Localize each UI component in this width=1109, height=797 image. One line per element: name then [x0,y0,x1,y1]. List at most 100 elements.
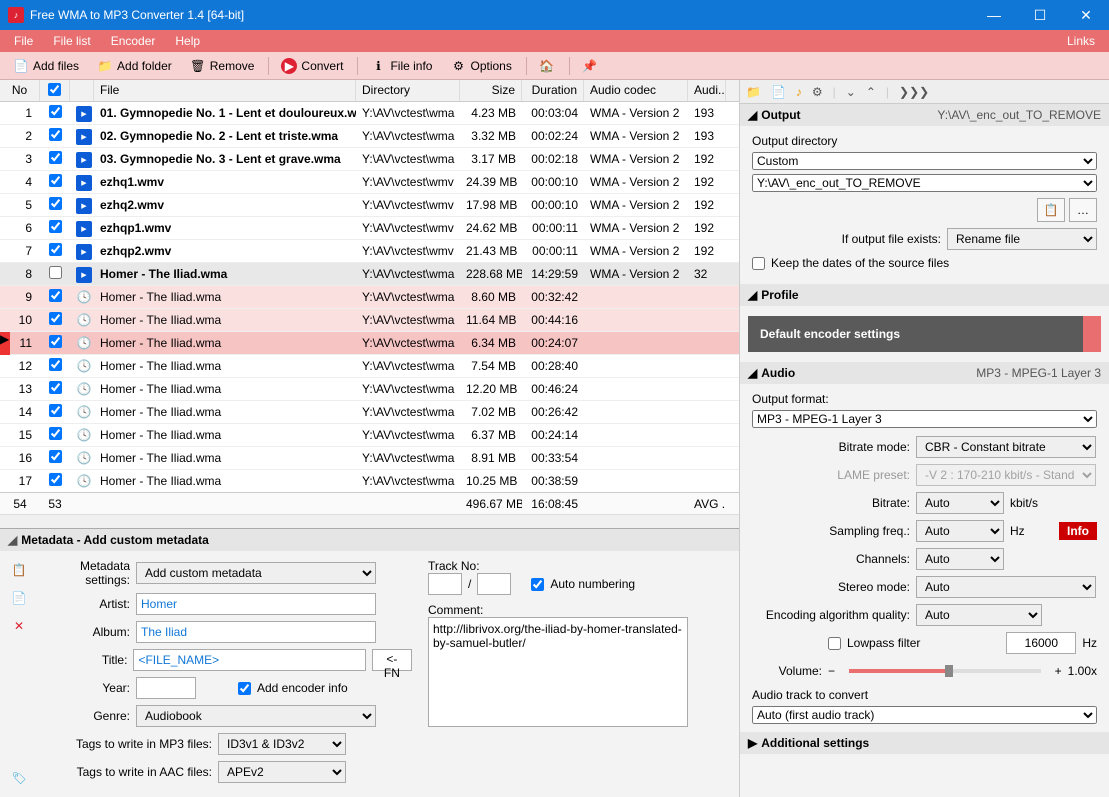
table-row[interactable]: 17🕓Homer - The Iliad.wmaY:\AV\vctest\wma… [0,470,739,492]
auto-numbering-checkbox[interactable] [531,578,544,591]
menu-file-list[interactable]: File list [43,31,100,51]
bitrate-select[interactable]: Auto [916,492,1004,514]
check-all[interactable] [48,83,61,96]
keep-dates-checkbox[interactable] [752,257,765,270]
more-output-button[interactable]: … [1069,198,1097,222]
fn-button[interactable]: <-FN [372,649,412,671]
add-encoder-info-checkbox[interactable] [238,682,251,695]
table-row[interactable]: 9🕓Homer - The Iliad.wmaY:\AV\vctest\wma8… [0,286,739,309]
row-checkbox[interactable] [49,105,62,118]
volume-plus-button[interactable]: + [1055,664,1062,678]
col-codec[interactable]: Audio codec [584,80,688,101]
title-input[interactable] [133,649,365,671]
gear-icon[interactable]: ⚙ [812,85,823,99]
table-row[interactable]: 6▶ezhqp1.wmvY:\AV\vctest\wmv24.62 MB00:0… [0,217,739,240]
output-format-select[interactable]: MP3 - MPEG-1 Layer 3 [752,410,1097,428]
table-row[interactable]: 4▶ezhq1.wmvY:\AV\vctest\wmv24.39 MB00:00… [0,171,739,194]
add-files-button[interactable]: 📄Add files [5,55,87,77]
copy-button[interactable]: 📋 [8,559,30,581]
col-check[interactable] [40,80,70,101]
if-exists-select[interactable]: Rename file [947,228,1097,250]
close-button[interactable]: ✕ [1063,0,1109,30]
audio-header[interactable]: ◢AudioMP3 - MPEG-1 Layer 3 [740,362,1109,384]
row-checkbox[interactable] [49,358,62,371]
menu-encoder[interactable]: Encoder [101,31,166,51]
track-no-input[interactable] [428,573,462,595]
browse-output-button[interactable]: 📋 [1037,198,1065,222]
year-input[interactable] [136,677,196,699]
table-row[interactable]: 10🕓Homer - The Iliad.wmaY:\AV\vctest\wma… [0,309,739,332]
metadata-settings-select[interactable]: Add custom metadata [136,562,376,584]
paste-button[interactable]: 📄 [8,587,30,609]
document-icon[interactable]: 📄 [771,85,786,99]
bitrate-mode-select[interactable]: CBR - Constant bitrate [916,436,1096,458]
album-input[interactable] [136,621,376,643]
folder-icon[interactable]: 📁 [746,85,761,99]
add-folder-button[interactable]: 📁Add folder [89,55,180,77]
table-row[interactable]: 16🕓Homer - The Iliad.wmaY:\AV\vctest\wma… [0,447,739,470]
output-directory-mode-select[interactable]: Custom [752,152,1097,170]
genre-select[interactable]: Audiobook [136,705,376,727]
output-directory-path-select[interactable]: Y:\AV\_enc_out_TO_REMOVE [752,174,1097,192]
stereo-mode-select[interactable]: Auto [916,576,1096,598]
row-checkbox[interactable] [49,427,62,440]
encoding-quality-select[interactable]: Auto [916,604,1042,626]
row-checkbox[interactable] [49,220,62,233]
chevron-up-icon[interactable]: ⌃ [866,85,876,99]
clear-button[interactable]: ✕ [8,615,30,637]
volume-minus-button[interactable]: − [828,664,835,678]
row-checkbox[interactable] [49,289,62,302]
menu-links[interactable]: Links [1057,31,1105,51]
row-checkbox[interactable] [49,174,62,187]
pin-button[interactable]: 📌 [574,55,606,77]
audio-track-select[interactable]: Auto (first audio track) [752,706,1097,724]
options-button[interactable]: ⚙Options [442,55,519,77]
info-badge[interactable]: Info [1059,522,1097,540]
mp3-tags-select[interactable]: ID3v1 & ID3v2 [218,733,346,755]
minimize-button[interactable]: — [971,0,1017,30]
col-size[interactable]: Size [460,80,522,101]
row-checkbox[interactable] [49,312,62,325]
table-row[interactable]: ▶11🕓Homer - The Iliad.wmaY:\AV\vctest\wm… [0,332,739,355]
music-icon[interactable]: ♪ [796,85,802,99]
col-directory[interactable]: Directory [356,80,460,101]
convert-button[interactable]: ▶Convert [273,55,351,77]
volume-slider[interactable] [849,669,1041,673]
channels-select[interactable]: Auto [916,548,1004,570]
table-row[interactable]: 3▶03. Gymnopedie No. 3 - Lent et grave.w… [0,148,739,171]
home-button[interactable]: 🏠 [531,55,563,77]
col-file[interactable]: File [94,80,356,101]
menu-file[interactable]: File [4,31,43,51]
row-checkbox[interactable] [49,335,62,348]
row-checkbox[interactable] [49,404,62,417]
chevron-down-icon[interactable]: ⌄ [846,85,856,99]
row-checkbox[interactable] [49,266,62,279]
more-icon[interactable]: ❯❯❯ [899,85,929,99]
track-total-input[interactable] [477,573,511,595]
profile-dropdown-icon[interactable] [1083,316,1101,352]
col-no[interactable]: No [0,80,40,101]
file-info-button[interactable]: ℹFile info [362,55,440,77]
row-checkbox[interactable] [49,197,62,210]
table-row[interactable]: 1▶01. Gymnopedie No. 1 - Lent et doulour… [0,102,739,125]
table-row[interactable]: 8▶Homer - The Iliad.wmaY:\AV\vctest\wma2… [0,263,739,286]
profile-selector[interactable]: Default encoder settings [748,316,1101,352]
additional-settings-header[interactable]: ▶Additional settings [740,732,1109,754]
table-row[interactable]: 12🕓Homer - The Iliad.wmaY:\AV\vctest\wma… [0,355,739,378]
output-header[interactable]: ◢OutputY:\AV\_enc_out_TO_REMOVE [740,104,1109,126]
row-checkbox[interactable] [49,381,62,394]
metadata-panel-header[interactable]: ◢Metadata - Add custom metadata [0,529,739,551]
col-duration[interactable]: Duration [522,80,584,101]
sampling-freq-select[interactable]: Auto [916,520,1004,542]
table-row[interactable]: 7▶ezhqp2.wmvY:\AV\vctest\wmv21.43 MB00:0… [0,240,739,263]
remove-button[interactable]: 🗑Remove [182,55,263,77]
table-row[interactable]: 2▶02. Gymnopedie No. 2 - Lent et triste.… [0,125,739,148]
profile-header[interactable]: ◢Profile [740,284,1109,306]
lowpass-value-input[interactable] [1006,632,1076,654]
tag-icon[interactable]: 🏷 [8,767,30,789]
lowpass-checkbox[interactable] [828,637,841,650]
aac-tags-select[interactable]: APEv2 [218,761,346,783]
horizontal-scrollbar[interactable] [0,514,739,528]
table-row[interactable]: 14🕓Homer - The Iliad.wmaY:\AV\vctest\wma… [0,401,739,424]
row-checkbox[interactable] [49,473,62,486]
